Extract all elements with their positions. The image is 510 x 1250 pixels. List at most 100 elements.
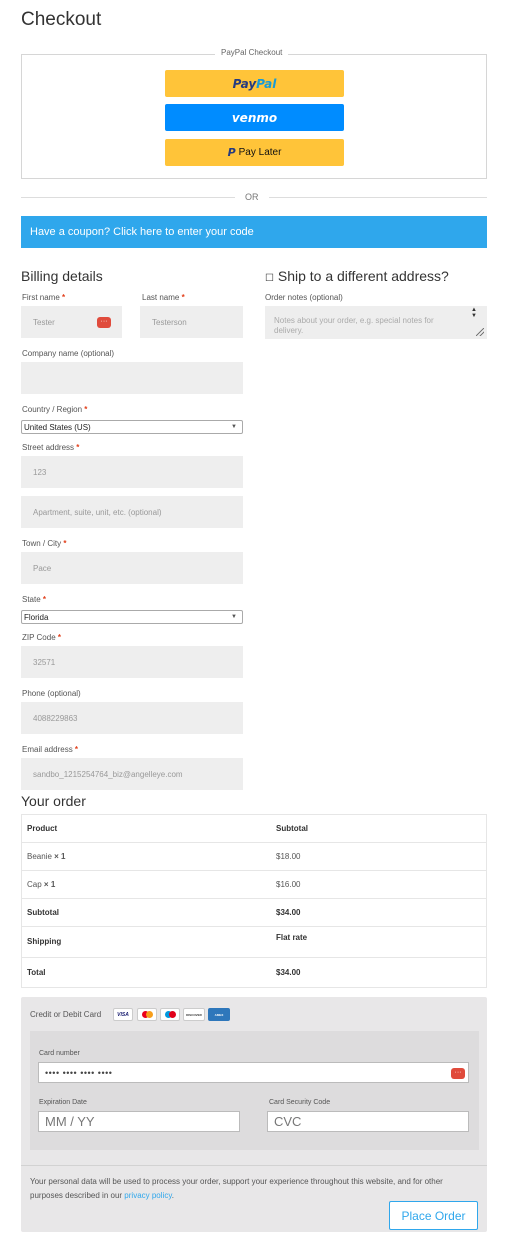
phone-input[interactable]: 4088229863 [21, 702, 243, 734]
visa-icon: VISA [113, 1008, 133, 1021]
paypal-button[interactable]: Pay Pal [165, 70, 344, 97]
spinner-icon[interactable]: ▲ ▼ [471, 307, 477, 319]
last-name-value: Testerson [152, 317, 187, 327]
paypal-p-icon: P [227, 146, 236, 159]
expiry-input[interactable]: MM / YY [38, 1111, 240, 1132]
paypal-wordmark-pal: Pal [256, 76, 277, 91]
billing-heading: Billing details [21, 268, 103, 284]
ship-different-toggle[interactable]: ☐ Ship to a different address? [265, 268, 449, 284]
product-qty: × 1 [54, 852, 66, 861]
email-input[interactable]: sandbo_1215254764_biz@angelleye.com [21, 758, 243, 790]
city-value: Pace [33, 563, 52, 573]
table-row: Beanie × 1 $18.00 [22, 842, 486, 870]
payment-method-label[interactable]: Credit or Debit Card [30, 1010, 101, 1019]
cvc-input[interactable]: CVC [267, 1111, 469, 1132]
product-name: Cap [27, 880, 42, 889]
subtotal-row: Subtotal $34.00 [22, 898, 486, 926]
cvc-label: Card Security Code [269, 1099, 331, 1106]
total-value: $34.00 [276, 968, 301, 977]
street-value: 123 [33, 467, 47, 477]
street-line2-input[interactable]: Apartment, suite, unit, etc. (optional) [21, 496, 243, 528]
venmo-wordmark: venmo [231, 110, 278, 125]
or-divider-right [269, 197, 487, 198]
payment-divider [21, 1165, 487, 1166]
ship-different-label: Ship to a different address? [277, 268, 449, 284]
first-name-label: First name * [22, 293, 66, 302]
chevron-down-icon: ▼ [231, 614, 237, 620]
phone-label: Phone (optional) [22, 689, 81, 698]
table-row: Cap × 1 $16.00 [22, 870, 486, 898]
chevron-down-icon: ▼ [231, 424, 237, 430]
state-label: State * [22, 595, 47, 604]
order-header-row: Product Subtotal [22, 815, 486, 842]
order-heading: Your order [21, 793, 86, 809]
pay-later-button[interactable]: P Pay Later [165, 139, 344, 166]
total-row: Total $34.00 [22, 957, 486, 987]
expiry-placeholder: MM / YY [45, 1114, 95, 1129]
discover-icon: DISCOVER [183, 1008, 205, 1021]
order-notes-label: Order notes (optional) [265, 293, 343, 302]
or-divider-text: OR [245, 192, 259, 202]
product-column-header: Product [27, 824, 58, 833]
expiry-label: Expiration Date [39, 1099, 87, 1106]
street-label: Street address * [22, 443, 80, 452]
phone-value: 4088229863 [33, 713, 78, 723]
or-divider-left [21, 197, 235, 198]
email-value: sandbo_1215254764_biz@angelleye.com [33, 769, 183, 779]
paypal-wordmark-pay: Pay [232, 76, 257, 91]
company-input[interactable] [21, 362, 243, 394]
venmo-button[interactable]: venmo [165, 104, 344, 131]
paypal-checkout-legend: PayPal Checkout [215, 48, 289, 57]
mastercard-icon [137, 1008, 157, 1021]
street-input[interactable]: 123 [21, 456, 243, 488]
zip-label: ZIP Code * [22, 633, 62, 642]
street-line2-placeholder: Apartment, suite, unit, etc. (optional) [33, 507, 162, 517]
card-number-input[interactable]: •••• •••• •••• •••• [38, 1062, 469, 1083]
zip-input[interactable]: 32571 [21, 646, 243, 678]
page-title: Checkout [21, 9, 102, 30]
shipping-row: Shipping Flat rate [22, 926, 486, 957]
last-name-label: Last name * [142, 293, 185, 302]
subtotal-value: $34.00 [276, 908, 301, 917]
order-notes-placeholder: Notes about your order, e.g. special not… [274, 316, 434, 335]
pay-later-label: Pay Later [238, 147, 282, 158]
autofill-icon[interactable]: ··· [451, 1068, 465, 1079]
amex-icon: AMEX [208, 1008, 230, 1021]
shipping-value: Flat rate [276, 933, 308, 942]
product-name: Beanie [27, 852, 52, 861]
card-number-value: •••• •••• •••• •••• [45, 1067, 113, 1078]
privacy-notice: Your personal data will be used to proce… [30, 1177, 443, 1200]
privacy-policy-link[interactable]: privacy policy [124, 1191, 171, 1200]
shipping-label: Shipping [27, 937, 62, 946]
state-select[interactable]: Florida ▼ [21, 610, 243, 624]
last-name-input[interactable]: Testerson [140, 306, 243, 338]
card-number-label: Card number [39, 1050, 80, 1057]
card-form [30, 1031, 479, 1150]
maestro-icon [160, 1008, 180, 1021]
resize-handle-icon[interactable] [476, 328, 484, 336]
total-label: Total [27, 968, 46, 977]
subtotal-column-header: Subtotal [276, 824, 308, 833]
country-label: Country / Region * [22, 405, 88, 414]
company-label: Company name (optional) [22, 349, 115, 358]
ship-different-checkbox[interactable]: ☐ [265, 273, 274, 284]
cvc-placeholder: CVC [274, 1114, 302, 1129]
city-input[interactable]: Pace [21, 552, 243, 584]
first-name-value: Tester [33, 317, 55, 327]
autofill-icon[interactable]: ··· [97, 317, 111, 328]
city-label: Town / City * [22, 539, 67, 548]
country-select[interactable]: United States (US) ▼ [21, 420, 243, 434]
zip-value: 32571 [33, 657, 56, 667]
place-order-button[interactable]: Place Order [389, 1201, 478, 1230]
coupon-text: Have a coupon? Click here to enter your … [30, 226, 254, 238]
product-price: $18.00 [276, 852, 301, 861]
subtotal-label: Subtotal [27, 908, 59, 917]
product-qty: × 1 [43, 880, 56, 889]
order-table: Product Subtotal Beanie × 1 $18.00 Cap ×… [21, 814, 487, 988]
email-label: Email address * [22, 745, 79, 754]
country-value: United States (US) [24, 422, 91, 432]
state-value: Florida [24, 612, 49, 622]
product-price: $16.00 [276, 880, 301, 889]
order-notes-textarea[interactable]: Notes about your order, e.g. special not… [265, 306, 487, 339]
coupon-toggle[interactable]: Have a coupon? Click here to enter your … [21, 216, 487, 248]
